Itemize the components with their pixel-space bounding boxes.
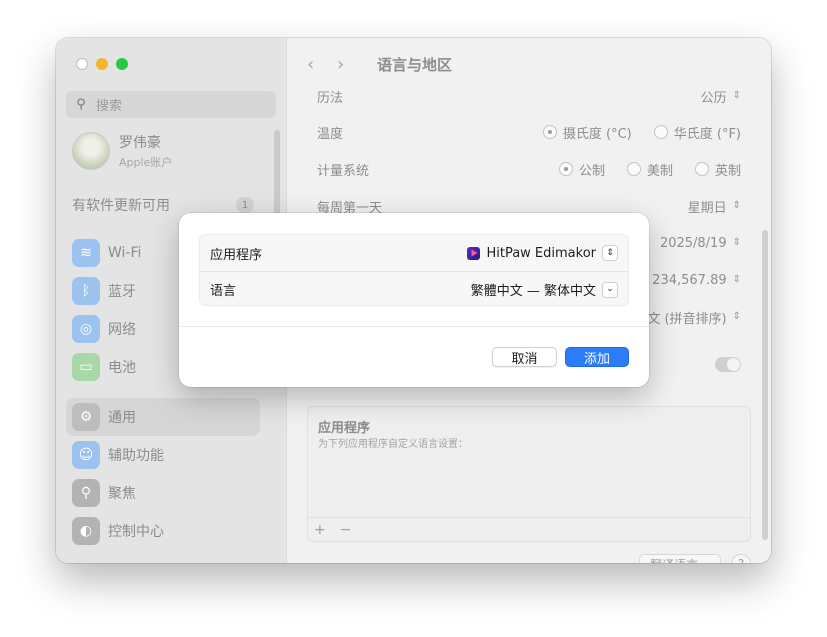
sidebar-item-label: 辅助功能: [108, 448, 164, 464]
account-item[interactable]: 罗伟豪 Apple账户: [72, 132, 172, 170]
us-radio[interactable]: 美制: [626, 160, 673, 179]
celsius-radio[interactable]: 摄氏度 (°C): [542, 123, 632, 142]
dialog-language-label: 语言: [210, 284, 237, 299]
add-button[interactable]: 添加: [565, 347, 629, 367]
first-day-popup[interactable]: 星期日 ⇕: [688, 197, 741, 216]
calendar-value: 公历: [700, 90, 727, 106]
calendar-label: 历法: [317, 90, 344, 106]
dialog-form: 应用程序 HitPaw Edimakor ⇕ 语言 繁體中文 — 繁体中文 ⌄: [199, 234, 629, 306]
calendar-popup[interactable]: 公历 ⇕: [701, 87, 741, 106]
sidebar-item-label: 蓝牙: [108, 284, 136, 300]
measurement-row: 计量系统 公制 美制 英制: [317, 151, 741, 187]
sidebar-item-label: 控制中心: [108, 524, 164, 540]
gear-icon: ⚙: [72, 403, 100, 431]
cancel-button[interactable]: 取消: [492, 347, 557, 367]
control-center-icon: ◐: [72, 517, 100, 545]
fahrenheit-label: 华氏度 (°F): [673, 126, 741, 142]
chevron-updown-icon: ⇕: [732, 274, 741, 285]
calendar-row: 历法 公历 ⇕: [317, 78, 741, 114]
sidebar-item-label: 通用: [108, 410, 136, 426]
list-footer: + −: [308, 517, 750, 541]
sidebar-item-control-center[interactable]: ◐ 控制中心: [66, 512, 260, 550]
uk-label: 英制: [714, 163, 741, 179]
sort-order-value: 文 (拼音排序): [647, 311, 727, 327]
metric-label: 公制: [578, 163, 605, 179]
wifi-icon: ≋: [72, 239, 100, 267]
chevron-down-icon: ⌄: [602, 281, 618, 298]
first-day-value: 星期日: [687, 200, 727, 216]
close-window-button[interactable]: [76, 58, 88, 70]
feature-toggle[interactable]: [715, 356, 741, 372]
number-format-popup[interactable]: 234,567.89 ⇕: [652, 273, 741, 288]
radio-icon: [626, 162, 641, 176]
minimize-window-button[interactable]: [96, 58, 108, 70]
temperature-label: 温度: [317, 126, 344, 142]
window-controls: [76, 58, 128, 70]
radio-icon: [653, 125, 668, 139]
applications-list: 应用程序 为下列应用程序自定义语言设置： + −: [307, 406, 751, 542]
add-app-button[interactable]: +: [314, 522, 326, 538]
battery-icon: ▭: [72, 353, 100, 381]
temperature-row: 温度 摄氏度 (°C) 华氏度 (°F): [317, 114, 741, 150]
remove-app-button[interactable]: −: [340, 522, 352, 538]
zoom-window-button[interactable]: [116, 58, 128, 70]
help-button[interactable]: ?: [731, 554, 751, 563]
globe-icon: ◎: [72, 315, 100, 343]
search-input[interactable]: ⚲ 搜索: [66, 91, 276, 118]
accessibility-icon: ☺: [72, 441, 100, 469]
account-subtitle: Apple账户: [119, 156, 173, 169]
sidebar-item-label: 网络: [108, 322, 136, 338]
language-value: 繁體中文 — 繁体中文: [470, 284, 596, 299]
measurement-label: 计量系统: [317, 163, 370, 179]
chevron-updown-icon: ⇕: [732, 200, 741, 211]
applications-title: 应用程序: [318, 421, 371, 436]
sort-order-popup[interactable]: 文 (拼音排序) ⇕: [647, 308, 741, 327]
fahrenheit-radio[interactable]: 华氏度 (°F): [653, 123, 741, 142]
search-placeholder: 搜索: [96, 99, 123, 114]
sidebar-item-general[interactable]: ⚙ 通用: [66, 398, 260, 436]
app-value: HitPaw Edimakor: [486, 245, 596, 261]
app-popup[interactable]: HitPaw Edimakor ⇕: [467, 245, 618, 261]
sidebar-item-label: Wi-Fi: [108, 245, 142, 261]
forward-button[interactable]: ›: [337, 54, 367, 75]
chevron-updown-icon: ⇕: [732, 237, 741, 248]
date-format-value: 2025/8/19: [659, 235, 727, 251]
back-button[interactable]: ‹: [307, 54, 337, 75]
celsius-label: 摄氏度 (°C): [562, 126, 632, 142]
account-name: 罗伟豪: [119, 135, 161, 151]
update-count-badge: 1: [236, 197, 254, 213]
spotlight-icon: ⚲: [72, 479, 100, 507]
bluetooth-icon: ᛒ: [72, 277, 100, 305]
applications-subtitle: 为下列应用程序自定义语言设置：: [318, 439, 468, 450]
add-app-language-dialog: 应用程序 HitPaw Edimakor ⇕ 语言 繁體中文 — 繁体中文 ⌄ …: [179, 213, 649, 387]
us-label: 美制: [646, 163, 673, 179]
dialog-app-row: 应用程序 HitPaw Edimakor ⇕: [200, 235, 628, 271]
radio-selected-icon: [542, 125, 557, 139]
date-format-popup[interactable]: 2025/8/19 ⇕: [660, 236, 741, 251]
number-format-value: 234,567.89: [652, 272, 727, 288]
search-icon: ⚲: [76, 97, 86, 112]
sidebar-item-label: 电池: [108, 360, 136, 376]
translation-languages-button[interactable]: 翻译语言…: [638, 554, 721, 563]
sidebar-item-label: 聚焦: [108, 486, 136, 502]
language-popup[interactable]: 繁體中文 — 繁体中文 ⌄: [471, 280, 618, 299]
software-update-label: 有软件更新可用: [72, 198, 170, 214]
uk-radio[interactable]: 英制: [694, 160, 741, 179]
metric-radio[interactable]: 公制: [558, 160, 605, 179]
radio-icon: [694, 162, 709, 176]
dialog-divider: [179, 326, 649, 327]
chevron-updown-icon: ⇕: [732, 311, 741, 322]
main-scrollbar[interactable]: [762, 230, 768, 540]
chevron-updown-icon: ⇕: [602, 245, 618, 261]
sidebar-item-spotlight[interactable]: ⚲ 聚焦: [66, 474, 260, 512]
radio-selected-icon: [558, 162, 573, 176]
dialog-language-row: 语言 繁體中文 — 繁体中文 ⌄: [200, 271, 628, 307]
page-title: 语言与地区: [377, 55, 453, 74]
app-icon: [467, 246, 481, 260]
sidebar-item-accessibility[interactable]: ☺ 辅助功能: [66, 436, 260, 474]
chevron-updown-icon: ⇕: [732, 90, 741, 101]
software-update-item[interactable]: 有软件更新可用 1: [72, 195, 254, 215]
dialog-app-label: 应用程序: [210, 247, 263, 263]
avatar: [72, 132, 110, 170]
